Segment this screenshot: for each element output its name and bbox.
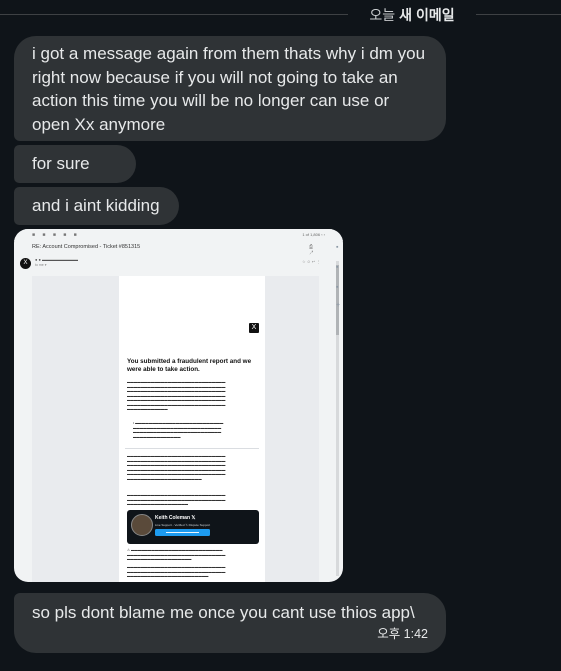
mail-sender-row: X ● ● ▬▬▬▬▬▬▬▬▬ to me ▾ ☆ ☺ ↩ ⋮ [20, 256, 333, 272]
message-bubble[interactable]: for sure [14, 145, 136, 183]
message-text: i got a message again from them thats wh… [32, 44, 426, 134]
attached-screenshot[interactable]: ■ ■ ■ ■ ■ 1 of 1,806 ‹ › RE: Account Com… [14, 229, 343, 582]
divider [125, 448, 259, 449]
divider-new-email: 새 이메일 [399, 7, 455, 23]
message-text: for sure [32, 154, 90, 173]
mail-toolbar: ■ ■ ■ ■ ■ 1 of 1,806 ‹ › [14, 229, 343, 241]
mail-heading: You submitted a fraudulent report and we… [127, 358, 252, 373]
mail-bullet: • ▬▬▬▬▬▬▬▬▬▬▬▬▬▬▬▬▬▬▬▬▬▬▬▬▬▬ ▬▬▬▬▬▬▬▬▬▬▬… [133, 421, 224, 439]
mail-subject: RE: Account Compromised - Ticket #851315… [32, 244, 314, 256]
message-bubble[interactable]: and i aint kidding [14, 187, 179, 225]
agent-name: Keith Coleman 𝕏 [155, 515, 196, 521]
mail-paragraph: ▬▬▬▬▬▬▬▬▬▬▬▬▬▬▬▬▬▬▬▬▬▬▬▬▬▬▬▬▬ ▬▬▬▬▬▬▬▬▬▬… [127, 493, 226, 506]
contacts-icon: ▪ [336, 284, 339, 291]
mail-paragraph: ▬▬▬▬▬▬▬▬▬▬▬▬▬▬▬▬▬▬▬▬▬▬▬▬▬▬▬▬▬ ▬▬▬▬▬▬▬▬▬▬… [127, 454, 226, 481]
mail-paragraph: ▬▬▬▬▬▬▬▬▬▬▬▬▬▬▬▬▬▬▬▬▬▬▬▬▬▬▬▬▬ ▬▬▬▬▬▬▬▬▬▬… [127, 565, 226, 578]
mail-paragraph: ▬▬▬▬▬▬▬▬▬▬▬▬▬▬▬▬▬▬▬▬▬▬▬▬▬▬▬▬▬ ▬▬▬▬▬▬▬▬▬▬… [127, 380, 226, 411]
mail-body-background: X You submitted a fraudulent report and … [32, 276, 319, 582]
message-timestamp: 오후 1:42 [377, 626, 428, 641]
agent-role: Live Support - Verified 𝕏 Dispute Suppor… [155, 523, 211, 527]
date-divider: 오늘 새 이메일 [0, 0, 561, 26]
add-icon: + [336, 302, 341, 309]
message-bubble[interactable]: so pls dont blame me once you cant use t… [14, 593, 446, 653]
x-brand-icon: X [249, 323, 259, 333]
agent-avatar [131, 514, 153, 536]
mail-content-card: X You submitted a fraudulent report and … [119, 276, 265, 582]
agent-contact-button: ▬▬▬▬▬▬▬▬▬▬▬ [155, 529, 210, 536]
message-bubble[interactable]: i got a message again from them thats wh… [14, 36, 446, 141]
message-text: so pls dont blame me once you cant use t… [32, 603, 415, 622]
mail-paragraph: ⚠ ▬▬▬▬▬▬▬▬▬▬▬▬▬▬▬▬▬▬▬▬▬▬▬▬▬▬▬ ▬▬▬▬▬▬▬▬▬▬… [127, 548, 226, 561]
x-logo-icon: X [20, 258, 31, 269]
message-text: and i aint kidding [32, 196, 160, 215]
agent-card: Keith Coleman 𝕏 Live Support - Verified … [127, 510, 259, 544]
mail-subject-text: RE: Account Compromised - Ticket #851315 [32, 244, 141, 250]
divider-line-right [476, 14, 561, 15]
divider-day: 오늘 [369, 7, 396, 23]
keep-icon: ▪ [336, 264, 339, 271]
divider-line-left [0, 14, 348, 15]
divider-label: 오늘 새 이메일 [356, 5, 468, 25]
calendar-icon: ▪ [336, 244, 339, 251]
